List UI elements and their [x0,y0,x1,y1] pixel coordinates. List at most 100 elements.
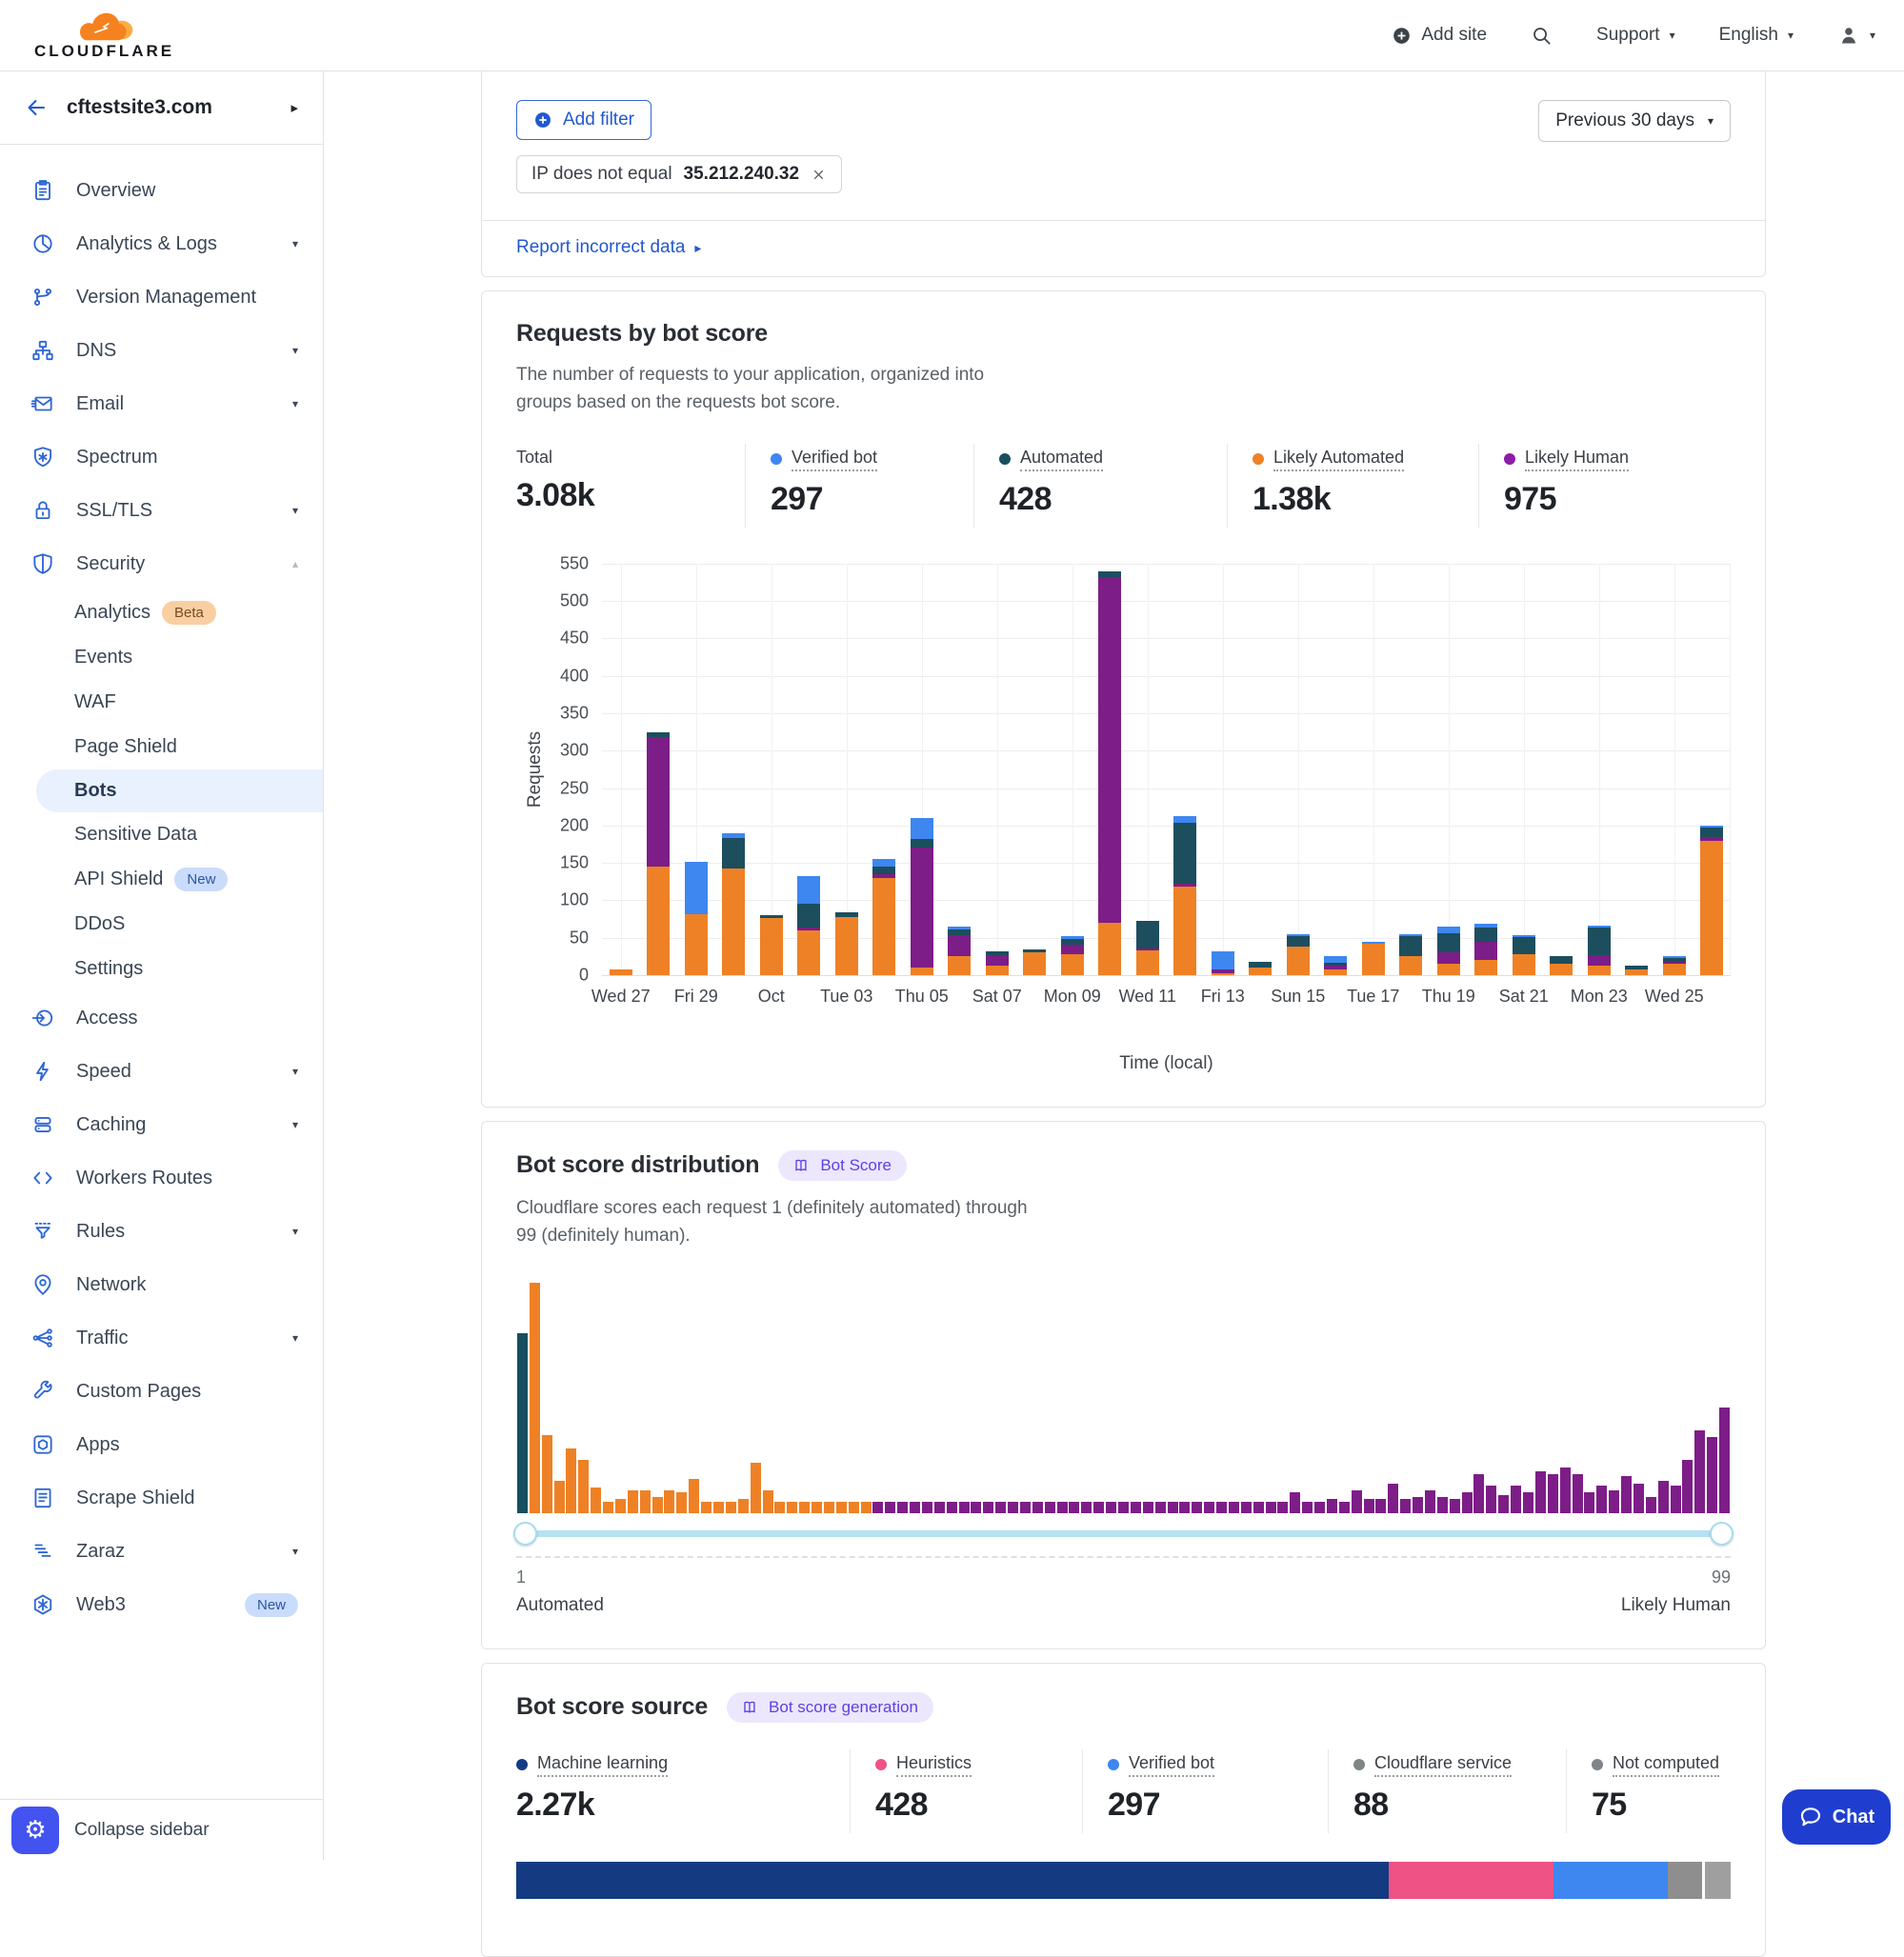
sidebar-item-scrape-shield[interactable]: Scrape Shield [0,1471,323,1525]
histogram-bar [1523,1492,1533,1513]
source-distribution-bar[interactable] [516,1862,1731,1899]
sidebar-item-web3[interactable]: Web3New [0,1578,323,1631]
histogram-bar [824,1502,834,1513]
stat-label-text[interactable]: Machine learning [537,1753,668,1777]
slider-handle-max[interactable] [1710,1522,1734,1546]
slider-handle-min[interactable] [513,1522,537,1546]
sidebar-item-spectrum[interactable]: Spectrum [0,430,323,484]
sidebar-item-email[interactable]: Email▾ [0,377,323,430]
bot-score-generation-badge[interactable]: Bot score generation [727,1692,933,1723]
collapse-sidebar-button[interactable]: Collapse sidebar [74,1820,210,1841]
add-site-button[interactable]: Add site [1392,25,1487,46]
histogram-bar [1057,1502,1068,1513]
stat-total: Total3.08k [516,444,745,528]
sidebar-item-label: Network [76,1274,298,1296]
stat-label-text[interactable]: Verified bot [1129,1753,1214,1777]
sidebar-item-label: DDoS [74,913,125,935]
sidebar-item-analytics[interactable]: AnalyticsBeta [0,590,323,635]
chevron-right-icon[interactable]: ▸ [291,99,298,116]
chart-bar-segment [1588,966,1611,974]
sidebar-item-sensitive-data[interactable]: Sensitive Data [0,812,323,857]
support-menu[interactable]: Support▾ [1596,25,1675,46]
sidebar-item-apps[interactable]: Apps [0,1418,323,1471]
y-tick-label: 300 [560,741,589,761]
add-filter-button[interactable]: Add filter [516,100,651,140]
histogram-bar [787,1502,797,1513]
sidebar-item-waf[interactable]: WAF [0,680,323,725]
stat-machine-learning: Machine learning2.27k [516,1749,850,1833]
sidebar-item-custom-pages[interactable]: Custom Pages [0,1365,323,1418]
sidebar-item-network[interactable]: Network [0,1258,323,1311]
stat-label-text[interactable]: Automated [1020,448,1103,471]
score-range-slider[interactable] [516,1521,1731,1547]
sidebar-item-bots[interactable]: Bots [36,769,323,812]
stat-label-text[interactable]: Verified bot [792,448,877,471]
sidebar-item-label: Page Shield [74,736,177,758]
histogram-bar [578,1460,589,1513]
security-submenu: AnalyticsBetaEventsWAF Page Shield BotsSen… [0,590,323,991]
date-range-selector[interactable]: Previous 30 days ▾ [1538,100,1731,142]
chart-bar-segment [722,838,745,868]
legend-dot [1504,453,1515,465]
sidebar-item-overview[interactable]: Overview [0,164,323,217]
sidebar-item-version-management[interactable]: Version Management [0,270,323,324]
account-menu[interactable]: ▾ [1837,24,1875,47]
site-name: cftestsite3.com [67,96,271,119]
sidebar-item-workers-routes[interactable]: Workers Routes [0,1151,323,1205]
x-tick-label: Mon 23 [1571,987,1628,1007]
stat-label-text[interactable]: Likely Human [1525,448,1629,471]
stat-heuristics: Heuristics428 [850,1749,1082,1833]
cloudflare-logo[interactable]: CLOUDFLARE [34,10,174,61]
chat-button[interactable]: Chat [1782,1789,1891,1845]
search-button[interactable] [1531,25,1553,47]
report-incorrect-data-link[interactable]: Report incorrect data ▸ [516,237,701,258]
stat-value: 428 [999,481,1227,518]
stat-label-text[interactable]: Likely Automated [1273,448,1404,471]
remove-filter-icon[interactable] [811,167,827,183]
sidebar-item-label: Web3 [76,1594,212,1616]
histogram-bar [959,1502,970,1513]
stat-label-text[interactable]: Heuristics [896,1753,972,1777]
chart-bar-segment [1474,924,1497,928]
histogram-bar [1584,1492,1594,1513]
sidebar-item-analytics-logs[interactable]: Analytics & Logs▾ [0,217,323,270]
panel-title: Bot score distribution [516,1151,759,1179]
sidebar-item-ddos[interactable]: DDoS [0,902,323,947]
y-tick-label: 350 [560,703,589,723]
sidebar-item-label: Version Management [76,287,298,309]
score-histogram[interactable] [516,1283,1731,1513]
sidebar-item-security[interactable]: Security▴ [0,537,323,590]
slider-track[interactable] [516,1530,1731,1537]
requests-chart[interactable]: Requests 0501001502002503003504004505005… [516,564,1731,1074]
sidebar-item-caching[interactable]: Caching▾ [0,1098,323,1151]
stat-label: Verified bot [1108,1753,1328,1777]
settings-gear-button[interactable]: ⚙ [11,1807,59,1854]
language-menu[interactable]: English▾ [1719,25,1794,46]
sidebar-item-speed[interactable]: Speed▾ [0,1045,323,1098]
sidebar-item-dns[interactable]: DNS▾ [0,324,323,377]
sidebar-item-settings[interactable]: Settings [0,947,323,991]
sidebar-item-ssl-tls[interactable]: SSL/TLS▾ [0,484,323,537]
back-arrow-icon[interactable] [25,96,48,119]
chevron-down-icon: ▾ [1788,29,1794,42]
sidebar-item-api-shield[interactable]: API ShieldNew [0,857,323,902]
stat-label-text[interactable]: Cloudflare service [1374,1753,1512,1777]
sidebar-item-access[interactable]: Access [0,991,323,1045]
plus-circle-icon [533,110,552,130]
histogram-bar [799,1502,810,1513]
sidebar-item-events[interactable]: Events [0,635,323,680]
filter-chip[interactable]: IP does not equal 35.212.240.32 [516,155,842,193]
sidebar-item-page-shield[interactable]: Page Shield [0,725,323,769]
stat-verified-bot: Verified bot297 [745,444,973,528]
sidebar-item-zaraz[interactable]: Zaraz▾ [0,1525,323,1578]
gridline [1148,564,1149,975]
histogram-bar [1241,1502,1252,1513]
score-min-label: Automated [516,1595,604,1616]
sidebar-item-traffic[interactable]: Traffic▾ [0,1311,323,1365]
chart-bar-segment [647,732,670,737]
search-icon [1531,25,1553,47]
stat-label-text[interactable]: Not computed [1613,1753,1719,1777]
sidebar-item-rules[interactable]: Rules▾ [0,1205,323,1258]
histogram-bar [1473,1474,1484,1513]
bot-score-badge[interactable]: Bot Score [778,1150,907,1181]
